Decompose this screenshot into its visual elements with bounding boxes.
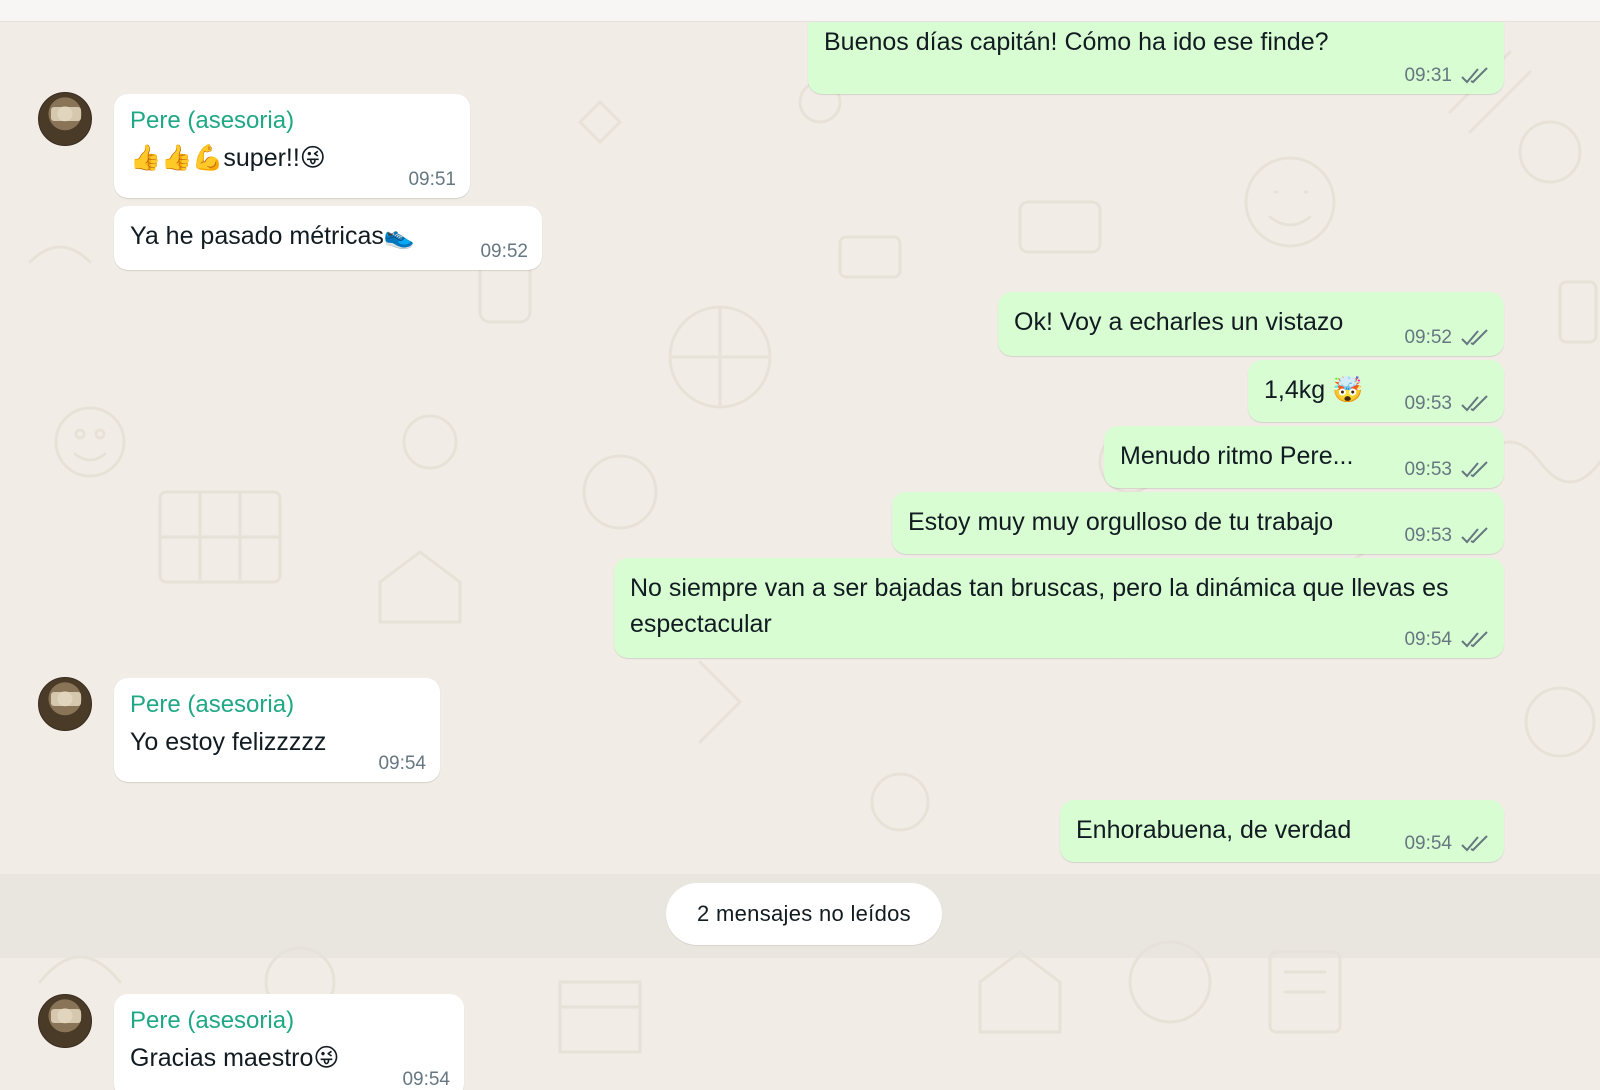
message-bubble-outgoing[interactable]: 1,4kg 🤯 09:53 — [1248, 360, 1504, 422]
message-text: Menudo ritmo Pere... — [1120, 442, 1354, 470]
message-meta: 09:54 — [378, 754, 426, 774]
message-meta: 09:52 — [480, 242, 528, 262]
message-bubble-outgoing[interactable]: Buenos días capitán! Cómo ha ido ese fin… — [808, 22, 1504, 94]
message-time: 09:53 — [1404, 525, 1452, 546]
message-bubble-incoming[interactable]: Pere (asesoria) 👍👍💪super!!😜 09:51 — [114, 94, 470, 198]
double-check-icon — [1461, 631, 1488, 648]
double-check-icon — [1461, 329, 1488, 346]
message-meta: 09:54 — [1404, 834, 1490, 854]
message-time: 09:52 — [1404, 327, 1452, 348]
message-bubble-incoming[interactable]: Pere (asesoria) Gracias maestro😜 09:54 — [114, 994, 464, 1090]
message-text: 👍👍💪super!!😜 — [130, 144, 326, 172]
message-text: Estoy muy muy orgulloso de tu trabajo — [908, 508, 1334, 536]
message-meta: 09:31 — [1404, 66, 1490, 86]
message-text: Gracias maestro😜 — [130, 1044, 340, 1072]
double-check-icon — [1461, 835, 1488, 852]
message-time: 09:51 — [408, 169, 456, 190]
message-text: Ya he pasado métricas👟 — [130, 222, 415, 250]
message-bubble-outgoing[interactable]: Enhorabuena, de verdad 09:54 — [1060, 800, 1504, 862]
message-meta: 09:53 — [1404, 526, 1490, 546]
message-time: 09:31 — [1404, 65, 1452, 86]
message-time: 09:54 — [1404, 833, 1452, 854]
message-meta: 09:51 — [408, 170, 456, 190]
unread-messages-badge: 2 mensajes no leídos — [666, 883, 942, 945]
message-bubble-outgoing[interactable]: No siempre van a ser bajadas tan bruscas… — [614, 558, 1504, 658]
message-time: 09:54 — [402, 1069, 450, 1090]
message-time: 09:53 — [1404, 393, 1452, 414]
sender-name[interactable]: Pere (asesoria) — [130, 690, 424, 720]
message-text: Yo estoy felizzzzz — [130, 728, 327, 756]
double-check-icon — [1461, 67, 1488, 84]
window-top-bar — [0, 0, 1600, 22]
message-text: Ok! Voy a echarles un vistazo — [1014, 308, 1344, 336]
double-check-icon — [1461, 461, 1488, 478]
message-time: 09:54 — [378, 753, 426, 774]
message-text: No siempre van a ser bajadas tan bruscas… — [630, 574, 1449, 638]
contact-avatar[interactable] — [38, 677, 92, 731]
contact-avatar[interactable] — [38, 92, 92, 146]
double-check-icon — [1461, 527, 1488, 544]
chat-message-area[interactable]: Buenos días capitán! Cómo ha ido ese fin… — [0, 22, 1600, 1090]
message-meta: 09:53 — [1404, 460, 1490, 480]
contact-avatar[interactable] — [38, 994, 92, 1048]
message-text: Buenos días capitán! Cómo ha ido ese fin… — [824, 28, 1329, 56]
message-time: 09:54 — [1404, 629, 1452, 650]
message-meta: 09:54 — [402, 1070, 450, 1090]
message-bubble-outgoing[interactable]: Ok! Voy a echarles un vistazo 09:52 — [998, 292, 1504, 356]
message-time: 09:53 — [1404, 459, 1452, 480]
message-meta: 09:53 — [1404, 394, 1490, 414]
message-bubble-outgoing[interactable]: Menudo ritmo Pere... 09:53 — [1104, 426, 1504, 488]
message-time: 09:52 — [480, 241, 528, 262]
message-meta: 09:54 — [1404, 630, 1490, 650]
double-check-icon — [1461, 395, 1488, 412]
message-bubble-outgoing[interactable]: Estoy muy muy orgulloso de tu trabajo 09… — [892, 492, 1504, 554]
message-bubble-incoming[interactable]: Pere (asesoria) Yo estoy felizzzzz 09:54 — [114, 678, 440, 782]
message-text: 1,4kg 🤯 — [1264, 376, 1364, 404]
message-text: Enhorabuena, de verdad — [1076, 816, 1352, 844]
message-meta: 09:52 — [1404, 328, 1490, 348]
sender-name[interactable]: Pere (asesoria) — [130, 106, 454, 136]
message-bubble-incoming[interactable]: Ya he pasado métricas👟 09:52 — [114, 206, 542, 270]
sender-name[interactable]: Pere (asesoria) — [130, 1006, 448, 1036]
